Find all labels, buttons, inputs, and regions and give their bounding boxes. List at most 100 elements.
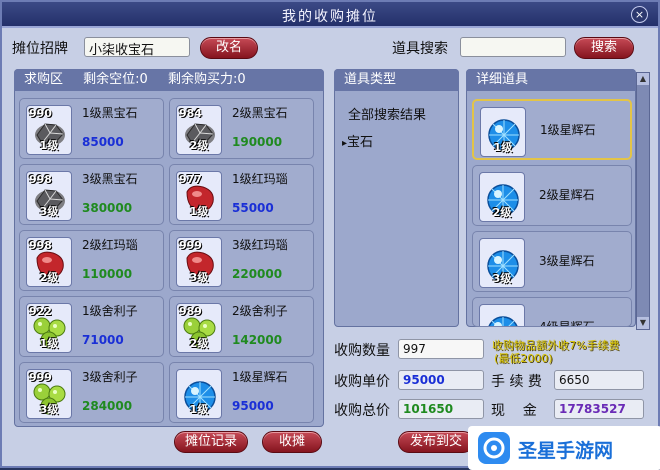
- item-level: 2级: [189, 139, 209, 152]
- stall-records-button[interactable]: 摊位记录: [174, 431, 248, 453]
- item-price: 95000: [232, 399, 274, 413]
- item-quantity: 999: [29, 371, 52, 384]
- publish-button-label: 发布到: [409, 434, 449, 449]
- black-gem-icon: 990 1级: [26, 105, 72, 155]
- buy-panel-header: 求购区 剩余空位:0 剩余购买力:0: [14, 69, 324, 91]
- watermark: 圣星手游网: [468, 426, 660, 470]
- detail-item-name: 2级星辉石: [539, 188, 595, 202]
- star-stone-icon: 3级: [479, 238, 525, 288]
- unit-price-value[interactable]: 95000: [398, 370, 484, 390]
- item-quantity: 990: [29, 107, 52, 120]
- title-bar[interactable]: 我的收购摊位 ×: [2, 2, 658, 28]
- black-gem-icon: 984 2级: [176, 105, 222, 155]
- buy-item-card[interactable]: 998 3级 3级黑宝石 380000: [19, 164, 164, 225]
- item-name: 1级舍利子: [82, 304, 138, 318]
- item-name: 2级黑宝石: [232, 106, 288, 120]
- watermark-logo-icon: [478, 432, 510, 464]
- item-level: 1级: [189, 403, 209, 416]
- buy-item-card[interactable]: 999 3级 3级舍利子 284000: [19, 362, 164, 423]
- item-level: 3级: [492, 272, 512, 285]
- watermark-text: 圣星手游网: [518, 440, 614, 462]
- publish-button[interactable]: 发布到交: [398, 431, 474, 453]
- slots-value: 0: [139, 72, 148, 87]
- slots-label: 剩余空位:: [83, 72, 140, 87]
- star-stone-icon: 2级: [479, 172, 525, 222]
- item-quantity: 922: [29, 305, 52, 318]
- search-button[interactable]: 搜索: [574, 37, 634, 59]
- stall-name-label: 摊位招牌: [12, 41, 68, 57]
- type-item-gem[interactable]: ▸宝石: [342, 131, 373, 150]
- search-input[interactable]: [460, 37, 566, 57]
- buy-item-card[interactable]: 989 2级 2级舍利子 142000: [169, 296, 314, 357]
- item-level: 3级: [39, 205, 59, 218]
- item-price: 110000: [82, 267, 133, 281]
- power-value: 0: [237, 72, 246, 87]
- item-level: 2级: [492, 206, 512, 219]
- item-name: 1级星辉石: [232, 370, 288, 384]
- red-agate-icon: 998 2级: [26, 237, 72, 287]
- item-quantity: 989: [179, 305, 202, 318]
- detail-item-card[interactable]: 1级 1级星辉石: [472, 99, 632, 160]
- scroll-down-icon[interactable]: ▼: [637, 317, 649, 329]
- sarira-icon: 989 2级: [176, 303, 222, 353]
- detail-item-name: 3级星辉石: [539, 254, 595, 268]
- type-item-gem-label: 宝石: [347, 135, 374, 150]
- buy-item-card[interactable]: 977 1级 1级红玛瑙 55000: [169, 164, 314, 225]
- buy-item-card[interactable]: 998 2级 2级红玛瑙 110000: [19, 230, 164, 291]
- rename-button[interactable]: 改名: [200, 37, 258, 59]
- sarira-icon: 999 3级: [26, 369, 72, 419]
- item-name: 2级红玛瑙: [82, 238, 138, 252]
- buy-item-card[interactable]: 922 1级 1级舍利子 71000: [19, 296, 164, 357]
- buy-item-card[interactable]: 990 1级 1级黑宝石 85000: [19, 98, 164, 159]
- item-quantity: 998: [29, 173, 52, 186]
- detail-item-card[interactable]: 3级 3级星辉石: [472, 231, 632, 292]
- item-price: 220000: [232, 267, 283, 281]
- total-price-value: 101650: [398, 399, 484, 419]
- item-price: 71000: [82, 333, 124, 347]
- fee-note: 收购物品额外收7%手续费 (最低2000): [492, 339, 619, 365]
- publish-button-suffix: 交: [449, 434, 463, 449]
- purchase-stall-window: 我的收购摊位 × 摊位招牌 小柒收宝石 改名 道具搜索 搜索 求购区 剩余空位:…: [0, 0, 660, 470]
- detail-scrollbar[interactable]: ▲ ▼: [636, 72, 650, 330]
- item-level: 2级: [189, 337, 209, 350]
- item-name: 2级舍利子: [232, 304, 288, 318]
- red-agate-icon: 977 1级: [176, 171, 222, 221]
- type-item-all[interactable]: 全部搜索结果: [348, 104, 426, 123]
- buy-item-card[interactable]: 984 2级 2级黑宝石 190000: [169, 98, 314, 159]
- item-level: 1级: [39, 337, 59, 350]
- item-name: 1级红玛瑙: [232, 172, 288, 186]
- item-price: 142000: [232, 333, 283, 347]
- item-level: 1级: [493, 141, 513, 154]
- red-agate-icon: 999 3级: [176, 237, 222, 287]
- cash-label: 现 金: [491, 403, 537, 419]
- buy-item-card[interactable]: 999 3级 3级红玛瑙 220000: [169, 230, 314, 291]
- item-quantity: 999: [179, 239, 202, 252]
- scroll-up-icon[interactable]: ▲: [637, 73, 649, 85]
- detail-panel-title: 详细道具: [466, 69, 636, 91]
- total-price-label: 收购总价: [334, 403, 390, 419]
- detail-item-card[interactable]: 4级星辉石: [472, 297, 632, 327]
- detail-item-card[interactable]: 2级 2级星辉石: [472, 165, 632, 226]
- item-price: 380000: [82, 201, 133, 215]
- detail-item-name: 4级星辉石: [539, 320, 595, 327]
- close-icon[interactable]: ×: [631, 6, 648, 23]
- item-quantity: 977: [179, 173, 202, 186]
- stall-name-field[interactable]: 小柒收宝石: [84, 37, 190, 58]
- qty-label: 收购数量: [334, 343, 390, 359]
- close-stall-button[interactable]: 收摊: [262, 431, 322, 453]
- qty-input[interactable]: 997: [398, 339, 484, 359]
- item-price: 85000: [82, 135, 124, 149]
- cash-value: 17783527: [554, 399, 644, 419]
- item-quantity: 998: [29, 239, 52, 252]
- item-level: 1级: [189, 205, 209, 218]
- item-level: 1级: [39, 139, 59, 152]
- type-panel-title: 道具类型: [334, 69, 459, 91]
- search-label: 道具搜索: [392, 41, 448, 57]
- item-level: 2级: [39, 271, 59, 284]
- sarira-icon: 922 1级: [26, 303, 72, 353]
- item-name: 3级黑宝石: [82, 172, 138, 186]
- buy-item-card[interactable]: 1级 1级星辉石 95000: [169, 362, 314, 423]
- window-title: 我的收购摊位: [282, 9, 378, 25]
- item-price: 284000: [82, 399, 133, 413]
- item-level: 3级: [39, 403, 59, 416]
